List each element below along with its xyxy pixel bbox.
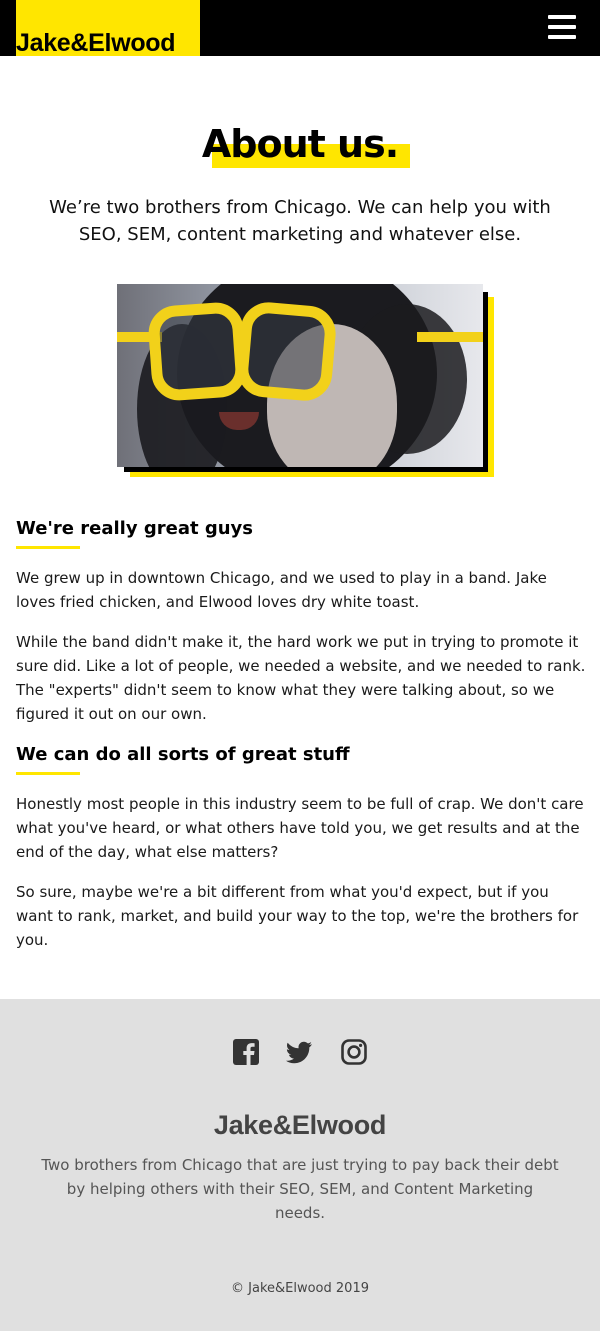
hero-image <box>117 284 483 467</box>
section-heading-great-stuff: We can do all sorts of great stuff <box>16 744 350 765</box>
section-paragraph: We grew up in downtown Chicago, and we u… <box>16 569 547 611</box>
hamburger-menu-icon[interactable] <box>548 14 576 40</box>
footer-logo[interactable]: Jake&Elwood <box>0 1109 600 1141</box>
goggle-right-illustration <box>235 300 338 403</box>
page-title-wrap: About us. <box>0 122 600 168</box>
page-title: About us. <box>201 122 411 168</box>
section-paragraph: So sure, maybe we're a bit different fro… <box>16 883 579 949</box>
instagram-icon[interactable] <box>341 1039 367 1065</box>
site-footer: Jake&Elwood Two brothers from Chicago th… <box>0 999 600 1331</box>
page-title-text: About us. <box>201 122 399 166</box>
footer-description: Two brothers from Chicago that are just … <box>41 1156 559 1222</box>
intro-text: We’re two brothers from Chicago. We can … <box>49 197 551 245</box>
goggle-left-illustration <box>146 300 249 403</box>
logo-text: Jake&Elwood <box>16 29 176 57</box>
section-underline <box>16 546 80 549</box>
twitter-icon[interactable] <box>286 1039 312 1065</box>
copyright-text: © Jake&Elwood 2019 <box>231 1281 369 1296</box>
section-paragraph: While the band didn't make it, the hard … <box>16 633 586 723</box>
section-paragraph: Honestly most people in this industry se… <box>16 795 584 861</box>
section-heading-great-guys: We're really great guys <box>16 518 253 539</box>
facebook-icon[interactable] <box>233 1039 259 1065</box>
section-underline <box>16 772 80 775</box>
site-logo[interactable]: Jake&Elwood <box>16 0 200 56</box>
site-header: Jake&Elwood <box>0 0 600 56</box>
